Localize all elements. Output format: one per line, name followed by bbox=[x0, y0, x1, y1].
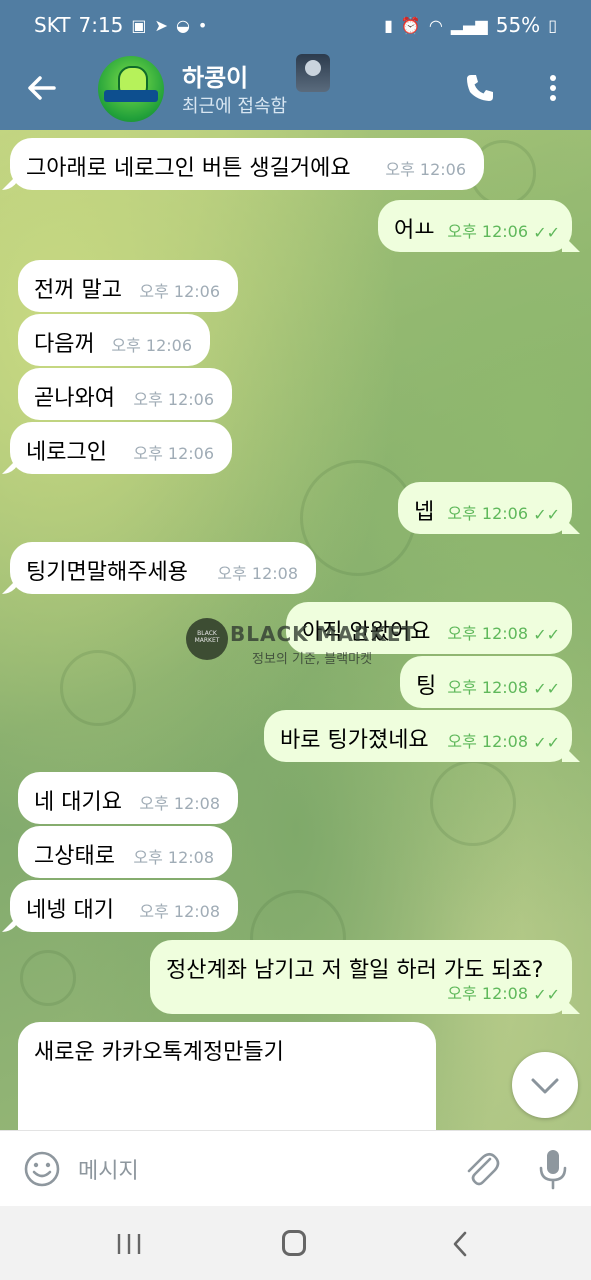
message-bubble-outgoing[interactable]: 정산계좌 남기고 저 할일 하러 가도 되죠? 오후 12:08 ✓✓ bbox=[150, 940, 572, 1014]
back-arrow-icon[interactable] bbox=[22, 68, 62, 108]
read-check-icon: ✓✓ bbox=[533, 505, 560, 524]
message-text: 네로그인 bbox=[26, 440, 107, 465]
message-bubble-outgoing[interactable]: 아직 안왔어요 오후 12:08 ✓✓ bbox=[286, 602, 572, 654]
attach-icon[interactable] bbox=[462, 1145, 500, 1191]
read-check-icon: ✓✓ bbox=[533, 223, 560, 242]
dot-icon: • bbox=[197, 15, 208, 35]
message-time: 오후 12:06 bbox=[139, 282, 220, 301]
nav-back-icon[interactable] bbox=[450, 1230, 470, 1258]
message-text: 전꺼 말고 bbox=[34, 278, 122, 303]
message-text: 곧나와여 bbox=[34, 386, 115, 411]
wifi-icon: ◠ bbox=[428, 15, 443, 35]
message-text: 다음꺼 bbox=[34, 332, 95, 357]
battery-icon: ▯ bbox=[548, 15, 557, 35]
avatar-logo-band bbox=[104, 90, 158, 102]
message-list[interactable]: 그아래로 네로그인 버튼 생길거에요 오후 12:06 어ㅛ 오후 12:06 … bbox=[0, 130, 591, 1130]
chat-title[interactable]: 하콩이 bbox=[182, 58, 248, 93]
message-time: 오후 12:08 bbox=[217, 564, 298, 583]
message-bubble-incoming[interactable]: 새로운 카카오톡계정만들기 bbox=[18, 1022, 436, 1130]
message-time: 오후 12:08 bbox=[447, 732, 528, 751]
message-input[interactable]: 메시지 bbox=[78, 1153, 139, 1185]
message-text: 그아래로 네로그인 버튼 생길거에요 bbox=[26, 156, 351, 181]
battery-percent: 55% bbox=[495, 13, 541, 37]
message-bubble-incoming[interactable]: 전꺼 말고 오후 12:06 bbox=[18, 260, 238, 312]
wallpaper-doodle bbox=[60, 650, 136, 726]
message-time: 오후 12:06 bbox=[447, 504, 528, 523]
read-check-icon: ✓✓ bbox=[533, 733, 560, 752]
home-icon[interactable] bbox=[282, 1230, 306, 1256]
watermark-logo: BLACK MARKET bbox=[186, 618, 228, 660]
scroll-to-bottom-button[interactable] bbox=[512, 1052, 578, 1118]
message-time: 오후 12:06 bbox=[385, 160, 466, 179]
message-bubble-incoming[interactable]: 네 대기요 오후 12:08 bbox=[18, 772, 238, 824]
recent-apps-icon[interactable] bbox=[116, 1232, 142, 1256]
message-time: 오후 12:06 bbox=[133, 444, 214, 463]
message-bubble-outgoing[interactable]: 어ㅛ 오후 12:06 ✓✓ bbox=[378, 200, 572, 252]
read-check-icon: ✓✓ bbox=[533, 985, 560, 1004]
message-text: 네넹 대기 bbox=[26, 898, 114, 923]
message-time: 오후 12:08 bbox=[447, 678, 528, 697]
phone-icon[interactable] bbox=[462, 70, 498, 106]
message-bubble-incoming[interactable]: 네로그인 오후 12:06 bbox=[10, 422, 232, 474]
microphone-icon[interactable] bbox=[538, 1147, 568, 1191]
chevron-down-icon bbox=[531, 1078, 559, 1094]
message-text: 어ㅛ bbox=[394, 218, 435, 243]
message-text: 팅 bbox=[416, 674, 437, 699]
message-time: 오후 12:06 bbox=[111, 336, 192, 355]
message-time: 오후 12:08 bbox=[447, 624, 528, 643]
alarm-icon: ⏰ bbox=[400, 15, 421, 35]
profile-badge-icon bbox=[296, 54, 330, 92]
bowl-icon: ◒ bbox=[175, 15, 190, 35]
message-time: 오후 12:06 bbox=[447, 222, 528, 241]
more-vert-icon[interactable] bbox=[540, 70, 566, 106]
message-text: 그상태로 bbox=[34, 844, 115, 869]
message-bubble-incoming[interactable]: 네넹 대기 오후 12:08 bbox=[10, 880, 238, 932]
message-bubble-incoming[interactable]: 곧나와여 오후 12:06 bbox=[18, 368, 232, 420]
clock: 7:15 bbox=[78, 13, 124, 37]
read-check-icon: ✓✓ bbox=[533, 625, 560, 644]
message-text: 새로운 카카오톡계정만들기 bbox=[34, 1040, 284, 1065]
message-bubble-incoming[interactable]: 그아래로 네로그인 버튼 생길거에요 오후 12:06 bbox=[10, 138, 484, 190]
message-bubble-outgoing[interactable]: 팅 오후 12:08 ✓✓ bbox=[400, 656, 572, 708]
message-time: 오후 12:08 bbox=[133, 848, 214, 867]
chat-status: 최근에 접속함 bbox=[182, 96, 288, 117]
message-bubble-incoming[interactable]: 그상태로 오후 12:08 bbox=[18, 826, 232, 878]
avatar[interactable] bbox=[98, 56, 164, 122]
signal-icon: ▂▄▆ bbox=[450, 15, 488, 35]
message-time: 오후 12:08 bbox=[139, 794, 220, 813]
message-time: 오후 12:08 bbox=[447, 984, 528, 1003]
chat-header: 하콩이 최근에 접속함 bbox=[0, 50, 591, 130]
gallery-icon: ▣ bbox=[131, 15, 147, 35]
message-time: 오후 12:08 bbox=[139, 902, 220, 921]
read-check-icon: ✓✓ bbox=[533, 679, 560, 698]
carrier: SKT bbox=[34, 13, 71, 37]
wallpaper-doodle bbox=[430, 760, 516, 846]
message-time: 오후 12:06 bbox=[133, 390, 214, 409]
message-bubble-incoming[interactable]: 팅기면말해주세용 오후 12:08 bbox=[10, 542, 316, 594]
message-text: 팅기면말해주세용 bbox=[26, 560, 188, 585]
battery-saver-icon: ▮ bbox=[384, 15, 393, 35]
telegram-icon: ➤ bbox=[154, 15, 168, 35]
emoji-icon[interactable] bbox=[22, 1149, 62, 1189]
message-text: 아직 안왔어요 bbox=[302, 620, 431, 645]
composer: 메시지 bbox=[0, 1130, 591, 1207]
status-bar: SKT 7:15 ▣ ➤ ◒ • ▮ ⏰ ◠ ▂▄▆ 55% ▯ bbox=[0, 0, 591, 50]
message-text: 넵 bbox=[414, 500, 435, 525]
message-bubble-incoming[interactable]: 다음꺼 오후 12:06 bbox=[18, 314, 210, 366]
message-text: 네 대기요 bbox=[34, 790, 122, 815]
message-text: 바로 팅가졌네요 bbox=[280, 728, 429, 753]
wallpaper-doodle bbox=[20, 950, 76, 1006]
system-navigation-bar bbox=[0, 1206, 591, 1280]
message-bubble-outgoing[interactable]: 넵 오후 12:06 ✓✓ bbox=[398, 482, 572, 534]
message-bubble-outgoing[interactable]: 바로 팅가졌네요 오후 12:08 ✓✓ bbox=[264, 710, 572, 762]
